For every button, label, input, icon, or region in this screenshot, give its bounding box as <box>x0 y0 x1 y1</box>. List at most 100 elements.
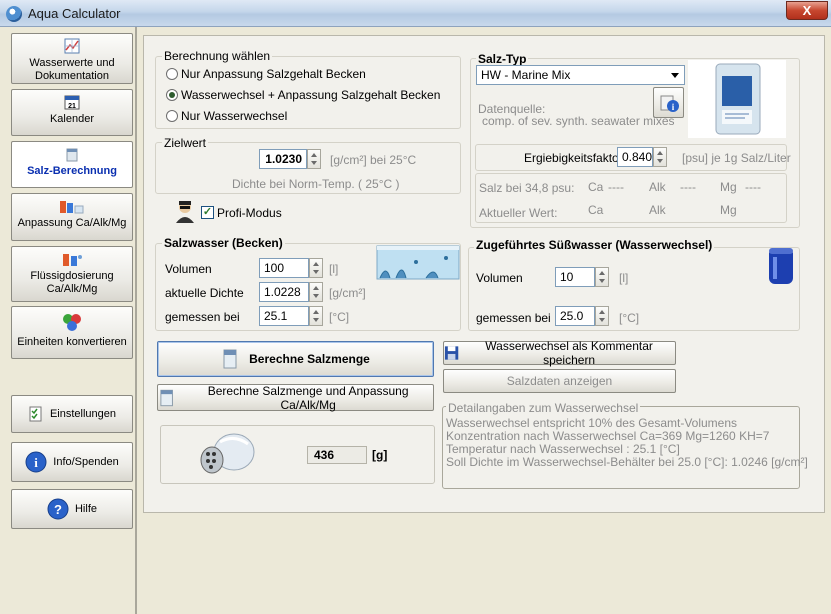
details-title: Detailangaben zum Wasserwechsel <box>446 401 641 415</box>
salt-package-image <box>688 60 786 138</box>
yield-input[interactable]: 0.840 <box>617 147 653 167</box>
fresh-temp-input[interactable]: 25.0 <box>555 306 595 326</box>
salt-bag-icon <box>223 349 237 369</box>
water-barrel-icon <box>769 248 793 284</box>
freshwater-title: Zugeführtes Süßwasser (Wasserwechsel) <box>474 238 715 252</box>
profi-mode-checkbox[interactable]: ✓ <box>201 206 214 219</box>
show-salt-data-button[interactable]: Salzdaten anzeigen <box>443 369 676 393</box>
sidebar-item-salt-calculation[interactable]: Salz-Berechnung <box>11 141 133 188</box>
radio-option-2-label[interactable]: Wasserwechsel + Anpassung Salzgehalt Bec… <box>181 88 440 102</box>
sidebar-item-water-values[interactable]: Wasserwerte und Dokumentation <box>11 33 133 84</box>
target-density-stepper[interactable] <box>307 149 321 169</box>
profi-avatar-icon <box>176 201 194 223</box>
current-value-label: Aktueller Wert: <box>479 206 558 220</box>
sidebar-item-settings[interactable]: Einstellungen <box>11 395 133 433</box>
sidebar-item-label: Wasserwerte und Dokumentation <box>29 57 115 82</box>
target-title: Zielwert <box>162 136 209 150</box>
aquarium-icon <box>376 245 460 280</box>
tank-volume-input[interactable]: 100 <box>259 258 309 278</box>
radio-option-3-label[interactable]: Nur Wasserwechsel <box>181 109 287 123</box>
help-icon: ? <box>47 498 69 520</box>
data-source-value: comp. of sev. synth. seawater mixes <box>482 114 675 128</box>
app-icon <box>6 6 22 22</box>
ca-label: Ca <box>588 180 604 194</box>
sidebar-item-info-donate[interactable]: i Info/Spenden <box>11 442 133 482</box>
radio-option-1[interactable] <box>166 68 178 80</box>
tank-density-input[interactable]: 1.0228 <box>259 282 309 302</box>
salt-at-psu-label: Salz bei 34,8 psu: <box>479 181 575 195</box>
fresh-temp-stepper[interactable] <box>595 306 609 326</box>
window-title: Aqua Calculator <box>28 6 121 21</box>
salt-shaker-icon <box>200 433 255 474</box>
sidebar-item-label: Flüssigdosierung Ca/Alk/Mg <box>30 270 114 295</box>
save-comment-button[interactable]: Wasserwechsel als Kommentar speichern <box>443 339 676 367</box>
fresh-measured-label: gemessen bei <box>476 311 551 325</box>
details-line-1: Wasserwechsel entspricht 10% des Gesamt-… <box>446 416 738 430</box>
tank-density-unit: [g/cm²] <box>329 286 366 300</box>
yield-unit: [psu] je 1g Salz/Liter <box>682 151 791 165</box>
sidebar-item-label: Einstellungen <box>49 407 117 420</box>
result-unit: [g] <box>372 448 388 462</box>
sidebar-item-label: Salz-Berechnung <box>27 165 117 177</box>
alk-label: Alk <box>649 180 666 194</box>
tank-measured-label: gemessen bei <box>165 310 240 324</box>
sidebar-item-label: Info/Spenden <box>53 455 119 468</box>
save-disk-icon <box>444 346 459 360</box>
sidebar-item-help[interactable]: ? Hilfe <box>11 489 133 529</box>
svg-text:?: ? <box>54 502 62 517</box>
tank-temp-stepper[interactable] <box>309 306 323 326</box>
sidebar-item-liquid-dosing[interactable]: Flüssigdosierung Ca/Alk/Mg <box>11 246 133 302</box>
tank-density-label: aktuelle Dichte <box>165 286 244 300</box>
details-line-2: Konzentration nach Wasserwechsel Ca=369 … <box>446 429 770 443</box>
sidebar-item-adjust-ca-alk-mg[interactable]: Anpassung Ca/Alk/Mg <box>11 193 133 241</box>
salt-info-icon: i <box>660 95 679 112</box>
calc-salt-button[interactable]: Berechne Salzmenge <box>157 341 434 377</box>
tank-temp-unit: [°C] <box>329 310 350 324</box>
calendar-icon: 21 <box>64 95 80 110</box>
sidebar-item-label: Kalender <box>49 113 95 125</box>
saltwater-title: Salzwasser (Becken) <box>162 236 285 250</box>
fresh-volume-stepper[interactable] <box>595 267 609 287</box>
radio-option-2[interactable] <box>166 89 178 101</box>
sidebar-item-convert-units[interactable]: Einheiten konvertieren <box>11 306 133 359</box>
yield-stepper[interactable] <box>653 147 667 167</box>
yield-label: Ergiebigkeitsfaktor <box>524 151 623 165</box>
calc-salt-adjust-button[interactable]: Berechne Salzmenge und Anpassung Ca/Alk/… <box>157 383 434 412</box>
target-note: Dichte bei Norm-Temp. ( 25°C ) <box>232 177 400 191</box>
salt-type-title: Salz-Typ <box>476 52 529 66</box>
target-density-input[interactable]: 1.0230 <box>259 149 307 169</box>
tank-volume-stepper[interactable] <box>309 258 323 278</box>
profi-mode-label[interactable]: Profi-Modus <box>217 206 282 220</box>
convert-icon <box>63 314 81 331</box>
fresh-volume-label: Volumen <box>476 271 523 285</box>
mg-current-label: Mg <box>720 203 737 217</box>
title-bar: Aqua Calculator X <box>0 0 831 27</box>
info-icon: i <box>25 451 47 473</box>
alk-value: ---- <box>680 180 696 194</box>
sidebar-item-label: Hilfe <box>74 502 97 515</box>
calc-salt-adjust-label: Berechne Salzmenge und Anpassung Ca/Alk/… <box>207 383 409 412</box>
salt-icon <box>66 148 78 162</box>
radio-option-1-label[interactable]: Nur Anpassung Salzgehalt Becken <box>181 67 366 81</box>
sidebar-item-calendar[interactable]: 21 Kalender <box>11 89 133 136</box>
tank-volume-unit: [l] <box>329 262 339 276</box>
ca-value: ---- <box>608 180 624 194</box>
calc-mode-title: Berechnung wählen <box>162 49 273 63</box>
fresh-volume-input[interactable]: 10 <box>555 267 595 287</box>
tank-density-stepper[interactable] <box>309 282 323 302</box>
chart-icon <box>64 38 80 54</box>
target-unit: [g/cm²] bei 25°C <box>330 153 417 167</box>
fresh-temp-unit: [°C] <box>619 311 640 325</box>
settings-icon <box>29 406 42 422</box>
mg-label: Mg <box>720 180 737 194</box>
sidebar-item-label: Anpassung Ca/Alk/Mg <box>17 217 127 229</box>
close-button[interactable]: X <box>786 1 828 20</box>
tank-temp-input[interactable]: 25.1 <box>259 306 309 326</box>
bottles-icon <box>60 201 84 214</box>
sidebar-item-label: Einheiten konvertieren <box>17 336 127 348</box>
details-line-4: Soll Dichte im Wasserwechsel-Behälter be… <box>446 455 808 469</box>
salt-type-select[interactable]: HW - Marine Mix <box>476 65 685 85</box>
mg-value: ---- <box>745 180 761 194</box>
radio-option-3[interactable] <box>166 110 178 122</box>
svg-text:21: 21 <box>68 103 76 110</box>
